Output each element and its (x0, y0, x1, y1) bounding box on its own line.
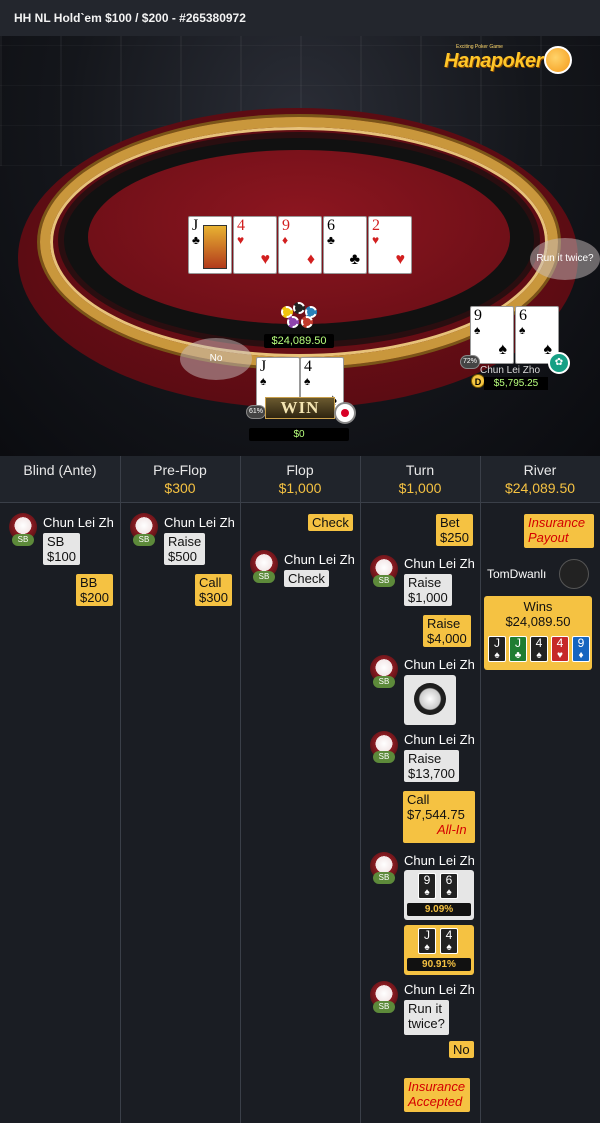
column-divider (120, 456, 121, 1123)
hero-odds: 90.91% (407, 958, 471, 971)
hanapoker-logo: Exciting Poker Game Hanapoker (444, 44, 574, 74)
time-bank (404, 675, 456, 725)
winner-name: TomDwanlı (487, 567, 547, 581)
mini-card: 6 ♠ (440, 873, 458, 899)
col-turn-amount: $1,000 (398, 480, 442, 496)
col-turn-label: Turn (405, 462, 435, 478)
wins-amount: $24,089.50 (505, 614, 571, 629)
villain-stack: $5,795.25 (484, 377, 548, 390)
sb-badge: SB (373, 676, 395, 688)
insurance-accepted: Insurance Accepted (404, 1078, 470, 1112)
column-divider (240, 456, 241, 1123)
mini-card: J ♠ (418, 928, 436, 954)
action-call-allin: Call $7,544.75 All-In (403, 791, 475, 843)
hero-chat-bubble: No (180, 338, 252, 380)
column-divider (480, 456, 481, 1123)
action-check-opponent: Check (308, 514, 353, 531)
final-card: 9 ♦ (572, 636, 590, 662)
action-bet: Bet $250 (436, 514, 473, 546)
board-card-1: J ♣ (188, 216, 232, 274)
action-check: Check (284, 570, 329, 587)
winner-box: Wins $24,089.50 J ♠ J ♣ 4 ♠ 4 ♥ 9 ♦ (484, 596, 592, 670)
player-name: Chun Lei Zh (404, 657, 475, 672)
col-flop-label: Flop (286, 462, 314, 478)
player-name: Chun Lei Zh (284, 552, 355, 567)
action-raise-2: Raise $4,000 (423, 615, 471, 647)
chat-run-it-twice: Run it twice? (404, 1000, 449, 1035)
chat-no: No (449, 1041, 474, 1058)
player-name: Chun Lei Zh (404, 556, 475, 571)
action-sb: SB $100 (43, 533, 80, 565)
final-card: J ♣ (509, 636, 527, 662)
column-divider (360, 456, 361, 1123)
mini-card: 4 ♠ (440, 928, 458, 954)
action-raise: Raise $500 (164, 533, 206, 565)
mascot-icon (544, 46, 572, 74)
hero-hand-display: J ♠ 4 ♠ 90.91% (404, 925, 474, 975)
board-card-3: 9 ♦ ♦ (278, 216, 322, 274)
player-name: Chun Lei Zh (404, 982, 475, 997)
sb-badge: SB (373, 872, 395, 884)
board-card-2: 4 ♥ ♥ (233, 216, 277, 274)
final-card: 4 ♠ (530, 636, 548, 662)
board-card-5: 2 ♥ ♥ (368, 216, 412, 274)
col-river-amount: $24,089.50 (504, 480, 576, 496)
sb-badge: SB (373, 575, 395, 587)
player-name: Chun Lei Zh (404, 853, 475, 868)
col-blind-label: Blind (Ante) (23, 462, 97, 478)
insurance-payout: Insurance Payout (524, 514, 594, 548)
window-title: HH NL Hold`em $100 / $200 - #265380972 (0, 0, 600, 36)
pot-amount: $24,089.50 (264, 334, 334, 348)
player-name: Chun Lei Zh (43, 515, 114, 530)
wins-label: Wins (523, 599, 553, 614)
col-flop-amount: $1,000 (278, 480, 322, 496)
mini-card: 9 ♠ (418, 873, 436, 899)
action-raise-3: Raise $13,700 (404, 750, 459, 782)
sb-badge: SB (373, 751, 395, 763)
villain-name: Chun Lei Zho (480, 365, 541, 376)
logo-text: Hanapoker (444, 50, 543, 72)
final-card: J ♠ (488, 636, 506, 662)
col-river-label: River (523, 462, 557, 478)
board-card-4: 6 ♣ ♣ (323, 216, 367, 274)
alarm-clock-icon (414, 683, 446, 715)
villain-hand-display: 9 ♠ 6 ♠ 9.09% (404, 870, 474, 920)
action-raise-1: Raise $1,000 (404, 574, 452, 606)
sb-badge: SB (12, 534, 34, 546)
player-name: Chun Lei Zh (164, 515, 235, 530)
sb-badge: SB (253, 571, 275, 583)
maple-leaf-flag-icon: ✿ (548, 352, 570, 374)
hero-stack: $0 (249, 428, 349, 441)
villain-equity: 72% (460, 355, 480, 369)
header-separator (0, 502, 600, 503)
col-preflop-label: Pre-Flop (153, 462, 207, 478)
sb-badge: SB (373, 1001, 395, 1013)
player-name: Chun Lei Zh (404, 732, 475, 747)
chip-stack-icon (277, 302, 325, 332)
final-card: 4 ♥ (551, 636, 569, 662)
action-bb: BB $200 (76, 574, 113, 606)
winner-flag-icon (559, 559, 589, 589)
col-preflop-amount: $300 (164, 480, 196, 496)
action-call: Call $300 (195, 574, 232, 606)
japan-flag-icon (334, 402, 356, 424)
dealer-button: D (471, 374, 485, 388)
villain-chat-bubble: Run it twice? (530, 238, 600, 280)
win-badge: WIN (265, 397, 335, 419)
hero-equity: 61% (246, 405, 266, 419)
sb-badge: SB (133, 534, 155, 546)
villain-odds: 9.09% (407, 903, 471, 916)
